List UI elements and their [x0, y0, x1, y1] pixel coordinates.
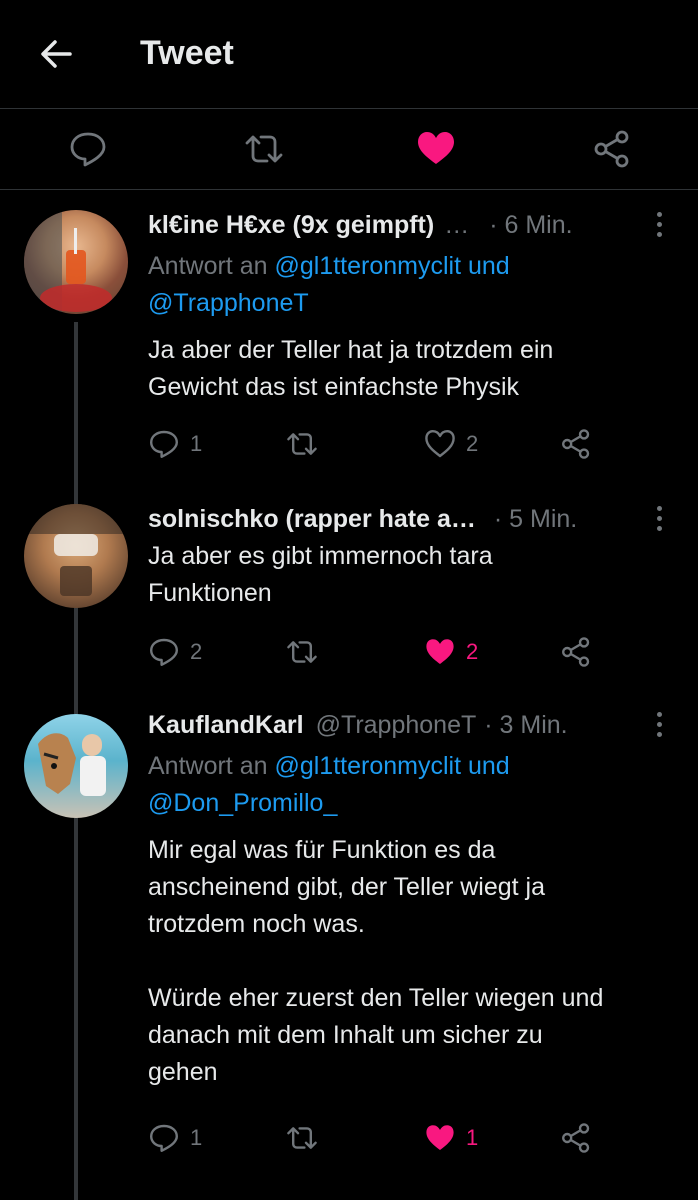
- like-button[interactable]: 2: [424, 634, 478, 670]
- share-icon[interactable]: [592, 129, 632, 169]
- display-name[interactable]: solnischko (rapper hate a…: [148, 505, 476, 534]
- retweet-button[interactable]: [286, 426, 328, 462]
- share-icon: [562, 429, 590, 459]
- heart-filled-icon: [426, 1125, 454, 1150]
- reply-tweet[interactable]: kl€ine H€xe (9x geimpft) … · 6 Min. Antw…: [0, 190, 698, 490]
- timestamp[interactable]: · 6 Min.: [489, 211, 572, 240]
- share-button[interactable]: [560, 634, 592, 670]
- heart-icon: [425, 430, 455, 458]
- tweet-header: KauflandKarl @TrapphoneT · 3 Min.: [148, 708, 568, 742]
- reply-count: 1: [190, 431, 203, 456]
- main-tweet-action-bar: [0, 109, 698, 190]
- timestamp[interactable]: · 5 Min.: [494, 505, 577, 534]
- reply-icon: [150, 1124, 178, 1152]
- retweet-icon: [287, 641, 317, 663]
- tweet-text: Ja aber der Teller hat ja trotzdem ein G…: [148, 336, 554, 401]
- display-name[interactable]: KauflandKarl: [148, 711, 304, 740]
- reply-context: Antwort an @gl1tteronmyclit und @Don_Pro…: [148, 748, 648, 822]
- reply-mentions[interactable]: @gl1tteronmyclit und: [274, 752, 509, 780]
- display-name[interactable]: kl€ine H€xe (9x geimpft): [148, 211, 434, 240]
- tweet-text: Ja aber es gibt immernoch tara Funktione…: [148, 542, 493, 607]
- share-icon: [562, 1123, 590, 1153]
- retweet-button[interactable]: [286, 634, 328, 670]
- like-count: 2: [466, 639, 479, 664]
- top-bar: Tweet: [0, 0, 698, 109]
- like-button[interactable]: 1: [424, 1120, 478, 1156]
- tweet-actions: 1 1: [148, 1120, 608, 1156]
- back-arrow-icon[interactable]: [36, 34, 76, 74]
- avatar[interactable]: [24, 714, 128, 818]
- reply-count: 2: [190, 639, 203, 664]
- reply-icon: [150, 638, 178, 666]
- name-ellipsis: …: [444, 210, 470, 239]
- like-icon-filled[interactable]: [416, 129, 456, 169]
- avatar[interactable]: [24, 504, 128, 608]
- tweet-header: kl€ine H€xe (9x geimpft) … · 6 Min.: [148, 208, 573, 242]
- reply-prefix: Antwort an: [148, 752, 268, 780]
- reply-button[interactable]: 1: [148, 1120, 202, 1156]
- like-count: 2: [466, 431, 479, 456]
- avatar[interactable]: [24, 210, 128, 314]
- page-title: Tweet: [140, 34, 234, 72]
- reply-mentions[interactable]: @gl1tteronmyclit und: [274, 252, 509, 280]
- retweet-icon: [287, 1127, 317, 1149]
- username[interactable]: @TrapphoneT: [316, 711, 477, 740]
- tweet-actions: 2 2: [148, 634, 608, 670]
- retweet-button[interactable]: [286, 1120, 328, 1156]
- share-button[interactable]: [560, 1120, 592, 1156]
- more-options-icon[interactable]: [654, 506, 664, 536]
- reply-prefix: Antwort an: [148, 252, 268, 280]
- tweet-actions: 1 2: [148, 426, 608, 462]
- share-icon: [562, 637, 590, 667]
- reply-mention[interactable]: @Don_Promillo_: [148, 789, 337, 817]
- retweet-icon[interactable]: [244, 129, 284, 169]
- retweet-icon: [287, 433, 317, 455]
- like-button[interactable]: 2: [424, 426, 478, 462]
- more-options-icon[interactable]: [654, 712, 664, 742]
- share-button[interactable]: [560, 426, 592, 462]
- heart-filled-icon: [426, 639, 454, 664]
- reply-count: 1: [190, 1125, 203, 1150]
- timestamp[interactable]: · 3 Min.: [484, 711, 567, 740]
- reply-button[interactable]: 1: [148, 426, 202, 462]
- like-count: 1: [466, 1125, 479, 1150]
- more-options-icon[interactable]: [654, 212, 664, 242]
- reply-tweet[interactable]: solnischko (rapper hate a… · 5 Min. Ja a…: [0, 490, 698, 690]
- reply-icon[interactable]: [68, 129, 108, 169]
- tweet-header: solnischko (rapper hate a… · 5 Min.: [148, 502, 577, 536]
- reply-mention[interactable]: @TrapphoneT: [148, 289, 309, 317]
- tweet-text: Mir egal was für Funktion es da anschein…: [148, 836, 604, 1086]
- reply-button[interactable]: 2: [148, 634, 202, 670]
- reply-tweet[interactable]: KauflandKarl @TrapphoneT · 3 Min. Antwor…: [0, 692, 698, 1200]
- reply-icon: [150, 430, 178, 458]
- reply-context: Antwort an @gl1tteronmyclit und @Trappho…: [148, 248, 648, 322]
